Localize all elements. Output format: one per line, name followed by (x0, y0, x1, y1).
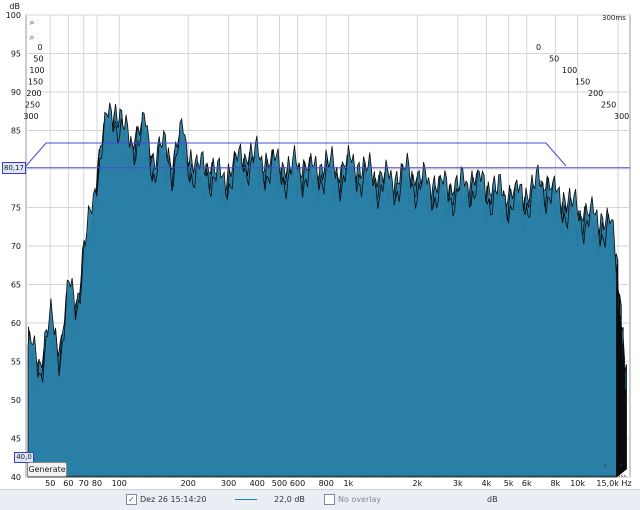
x-tick-label: 1k (344, 479, 354, 488)
time-tick-right: 0 (536, 43, 541, 52)
measurement-checkbox[interactable]: ✓ (126, 494, 137, 505)
y-tick-label: 60 (11, 319, 21, 328)
scroll-left-icon[interactable]: ‹ (600, 461, 610, 471)
y-tick-label: 45 (11, 435, 21, 444)
scroll-right-icon[interactable]: › (616, 461, 626, 471)
waterfall-plot: 100959085807570656055504540dB50607080100… (6, 2, 632, 488)
y-tick-label: 100 (6, 11, 21, 20)
y-tick-label: 70 (11, 242, 21, 251)
y-tick-label: 90 (11, 88, 21, 97)
x-tick-label: 60 (63, 479, 73, 488)
trace-swatch (235, 499, 257, 500)
measurement-label: Dez 26 15:14:20 (140, 495, 207, 504)
x-tick-label: 5k (504, 479, 514, 488)
threshold-readout[interactable]: 80,17 (2, 162, 26, 174)
x-tick-label: 100 (112, 479, 127, 488)
x-tick-label: 15,0k Hz (596, 479, 631, 488)
x-tick-label: 70 (79, 479, 89, 488)
waterfall-chart-window: 100959085807570656055504540dB50607080100… (0, 0, 640, 510)
overlay-checkbox[interactable] (324, 494, 335, 505)
time-tick-left: 150 (28, 78, 43, 87)
overlay-label: No overlay (338, 495, 382, 504)
unit-label: dB (487, 495, 498, 504)
y-tick-label: 50 (11, 396, 21, 405)
status-bar: ✓ Dez 26 15:14:20 22,0 dB No overlay dB (0, 489, 640, 510)
time-tick-right: 100 (562, 66, 577, 75)
time-tick-right: 50 (549, 55, 559, 64)
generate-button[interactable]: Generate (27, 462, 67, 477)
x-tick-label: 10k (570, 479, 585, 488)
x-tick-label: 80 (92, 479, 102, 488)
y-tick-label: 40 (11, 473, 21, 482)
y-tick-label: 55 (11, 358, 21, 367)
zoom-in-icon[interactable]: ⌕ (27, 18, 37, 28)
time-max-label: 300ms (602, 14, 626, 22)
time-tick-left: 200 (26, 89, 41, 98)
y-tick-label: 95 (11, 50, 21, 59)
x-tick-label: 800 (319, 479, 334, 488)
x-tick-label: 300 (221, 479, 236, 488)
y-tick-label: 65 (11, 281, 21, 290)
time-tick-right: 150 (575, 78, 590, 87)
x-tick-label: 400 (250, 479, 265, 488)
x-tick-label: 2k (413, 479, 423, 488)
time-tick-right: 300 (614, 112, 629, 121)
x-tick-label: 4k (482, 479, 492, 488)
y-tick-label: 85 (11, 127, 21, 136)
time-tick-left: 50 (33, 55, 43, 64)
time-tick-left: 0 (37, 43, 42, 52)
time-tick-right: 250 (601, 101, 616, 110)
time-tick-left: 250 (25, 101, 40, 110)
x-tick-label: 200 (181, 479, 196, 488)
time-tick-left: 300 (23, 112, 38, 121)
x-tick-label: 8k (551, 479, 561, 488)
time-tick-left: 100 (29, 66, 44, 75)
x-tick-label: 500 (272, 479, 287, 488)
zoom-out-icon[interactable]: ⌕ (27, 33, 37, 43)
y-tick-label: 75 (11, 204, 21, 213)
x-tick-label: 6k (522, 479, 532, 488)
time-tick-right: 200 (588, 89, 603, 98)
x-tick-label: 3k (453, 479, 463, 488)
smoothing-value: 22,0 dB (274, 495, 305, 504)
x-tick-label: 50 (45, 479, 55, 488)
x-tick-label: 600 (290, 479, 305, 488)
y-axis-label: dB (9, 2, 20, 11)
